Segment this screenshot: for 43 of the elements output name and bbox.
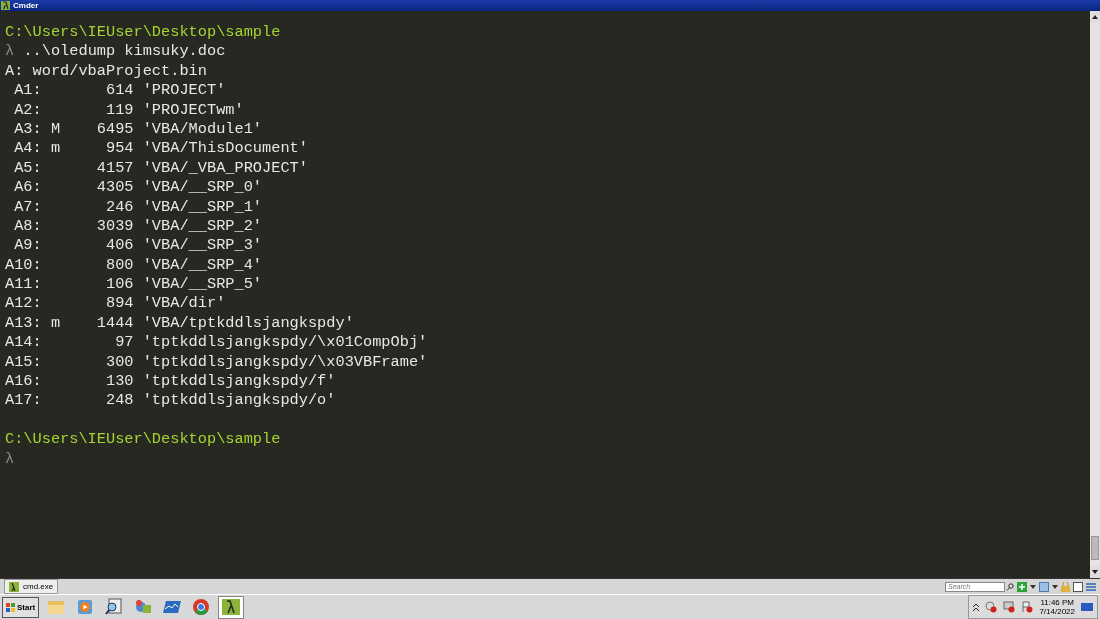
- output-line: A5: 4157 'VBA/_VBA_PROJECT': [13, 158, 309, 179]
- output-line: A16: 130 'tptkddlsjangkspdy/f': [5, 372, 337, 392]
- scroll-up-icon[interactable]: [1090, 11, 1100, 23]
- output-line: A3: M 6495 'VBA/Module1': [13, 119, 264, 140]
- output-line: A10: 800 'VBA/__SRP_4': [5, 255, 264, 276]
- output-line: A: word/vbaProject.bin: [5, 61, 208, 82]
- output-line: A11: 106 'VBA/__SRP_5': [5, 275, 264, 295]
- chevron-icon[interactable]: [973, 603, 980, 611]
- window-icon[interactable]: [1073, 581, 1083, 592]
- output-line: A8: 3039 'VBA/__SRP_2': [13, 216, 264, 237]
- output-line: A7: 246 'VBA/__SRP_1': [13, 197, 264, 217]
- search-icon[interactable]: [1006, 582, 1014, 591]
- scroll-down-icon[interactable]: [1090, 566, 1100, 578]
- output-line: A4: m 954 'VBA/ThisDocument': [13, 139, 309, 159]
- start-button[interactable]: Start: [2, 596, 40, 618]
- output-line: A14: 97 'tptkddlsjangkspdy/\x01CompObj': [5, 333, 429, 353]
- prompt-path: C:\Users\IEUser\Desktop\sample: [5, 430, 282, 450]
- console-tab[interactable]: cmd.exe: [4, 579, 59, 594]
- output-line: A17: 248 'tptkddlsjangkspdy/o': [5, 391, 337, 411]
- lambda-icon: [9, 581, 19, 592]
- output-line: A9: 406 'VBA/__SRP_3': [13, 236, 264, 256]
- output-line: A12: 894 'VBA/dir': [5, 294, 227, 314]
- output-line: A15: 300 'tptkddlsjangkspdy/\x03VBFrame': [5, 352, 429, 373]
- flag-error-icon[interactable]: [1021, 601, 1034, 613]
- clock-time: 11:46 PM: [1040, 598, 1075, 607]
- output-line: A1: 614 'PROJECT': [13, 81, 227, 101]
- volume-muted-icon[interactable]: [985, 601, 998, 613]
- scroll-thumb[interactable]: [1091, 536, 1099, 560]
- output-line: A2: 119 'PROJECTwm': [13, 100, 245, 120]
- clock-date: 7/14/2022: [1039, 607, 1075, 616]
- windows-flag-icon: [6, 602, 15, 612]
- network-error-icon[interactable]: [1003, 601, 1016, 613]
- dropdown-icon[interactable]: [1052, 584, 1058, 589]
- window-title: Cmder: [13, 0, 39, 11]
- taskbar-app[interactable]: [218, 595, 245, 619]
- output-line: A6: 4305 'VBA/__SRP_0': [13, 178, 264, 198]
- output-line: A13: m 1444 'VBA/tptkddlsjangkspdy': [5, 313, 355, 334]
- prompt-path: C:\Users\IEUser\Desktop\sample: [5, 23, 282, 43]
- dropdown-icon[interactable]: [1030, 584, 1036, 589]
- prompt-symbol: λ: [5, 449, 15, 468]
- scrollbar[interactable]: [1090, 11, 1100, 578]
- command-text: ..\oledump kimsuky.doc: [23, 42, 226, 61]
- prompt-symbol: λ: [5, 42, 15, 61]
